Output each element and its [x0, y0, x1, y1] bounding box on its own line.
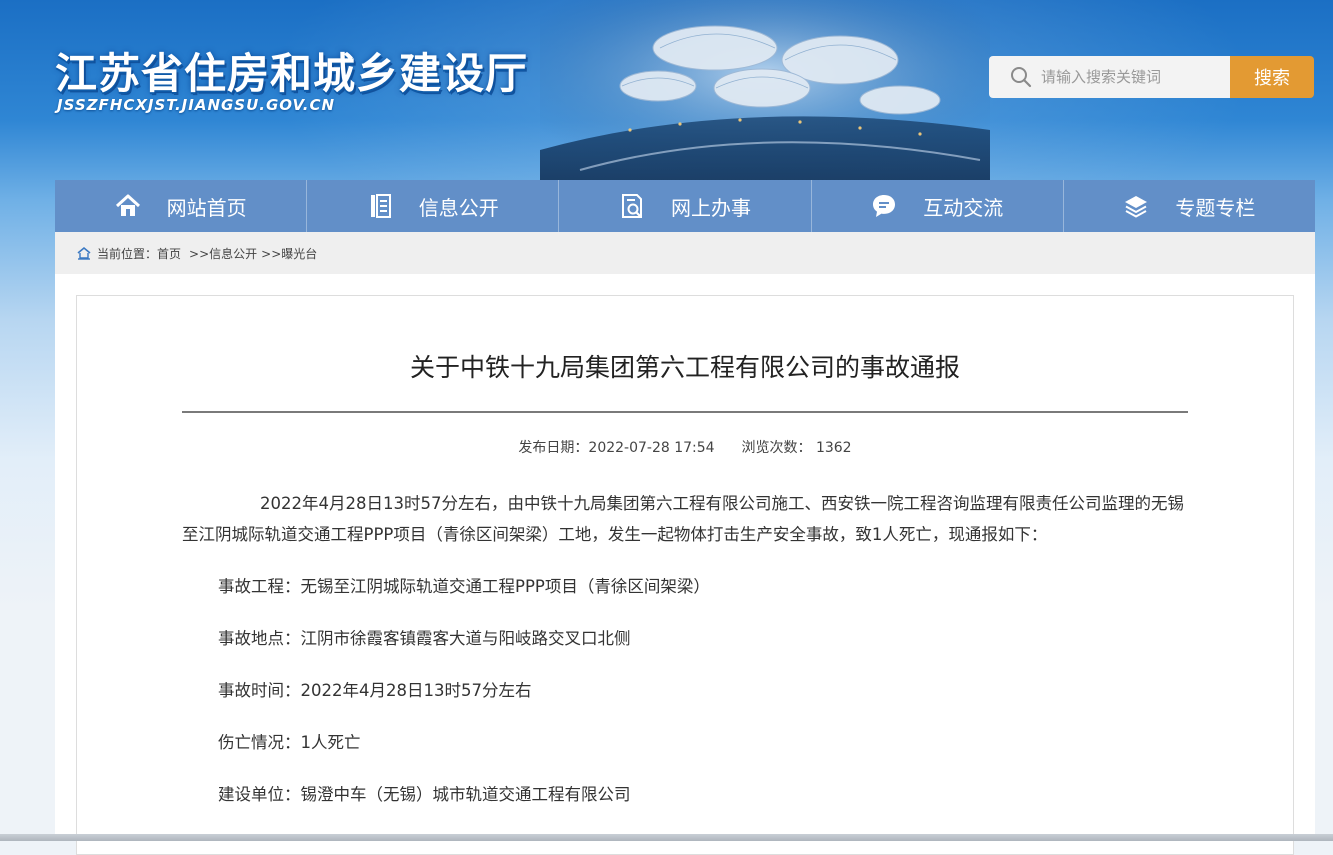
browser-bottom-edge: [0, 834, 1333, 841]
nav-item-label: 专题专栏: [1175, 195, 1256, 220]
field-value: 锡澄中车（无锡）城市轨道交通工程有限公司: [300, 785, 631, 804]
nav-item-special-topics[interactable]: 专题专栏: [1062, 180, 1315, 232]
nav-item-label: 信息公开: [418, 195, 499, 220]
breadcrumb: 当前位置： 首页 >>信息公开 >>曝光台: [55, 232, 1315, 274]
field-value: 2022年4月28日13时57分左右: [300, 681, 532, 700]
info-row-casualties: 伤亡情况：1人死亡: [218, 727, 1192, 758]
field-label: 事故时间：: [218, 681, 301, 700]
nav-item-label: 网上办事: [671, 195, 751, 220]
breadcrumb-prefix: 当前位置：: [97, 246, 158, 261]
field-label: 事故地点：: [218, 629, 301, 648]
article-card: 关于中铁十九局集团第六工程有限公司的事故通报 发布日期：2022-07-28 1…: [76, 295, 1294, 855]
breadcrumb-info-disclosure[interactable]: >>信息公开: [189, 245, 257, 262]
publish-date: 2022-07-28 17:54: [588, 440, 715, 456]
lead-paragraph: 2022年4月28日13时57分左右，由中铁十九局集团第六工程有限公司施工、西安…: [182, 494, 1184, 544]
site-logo-title: 江苏省住房和城乡建设厅: [55, 49, 529, 98]
nav-item-home[interactable]: 网站首页: [55, 180, 306, 232]
site-logo-domain: JSSZFHCXJST.JIANGSU.GOV.CN: [57, 96, 336, 114]
article-body: 2022年4月28日13时57分左右，由中铁十九局集团第六工程有限公司施工、西安…: [182, 488, 1192, 810]
view-count-label: 浏览次数：: [741, 440, 812, 456]
article-title: 关于中铁十九局集团第六工程有限公司的事故通报: [409, 353, 960, 382]
field-label: 建设单位：: [218, 785, 301, 804]
search-icon: [1009, 65, 1033, 89]
nav-item-online-service[interactable]: 网上办事: [558, 180, 810, 232]
document-list-icon: [367, 193, 393, 219]
banner-stadium-illustration: [540, 0, 990, 180]
search-button[interactable]: 搜索: [1230, 56, 1314, 98]
content-area: 关于中铁十九局集团第六工程有限公司的事故通报 发布日期：2022-07-28 1…: [55, 274, 1315, 855]
breadcrumb-home[interactable]: 首页: [157, 245, 181, 262]
info-row-developer: 建设单位：锡澄中车（无锡）城市轨道交通工程有限公司: [218, 779, 1192, 810]
field-value: 无锡至江阴城际轨道交通工程PPP项目（青徐区间架梁）: [300, 577, 710, 596]
article-meta: 发布日期：2022-07-28 17:54 浏览次数： 1362: [77, 437, 1293, 457]
nav-item-interaction[interactable]: 互动交流: [810, 180, 1063, 232]
search-box: [989, 56, 1230, 98]
nav-item-label: 互动交流: [923, 195, 1004, 220]
breadcrumb-exposure[interactable]: >>曝光台: [261, 245, 317, 262]
main-nav: 网站首页 信息公开 网上办事 互动交流 专题专栏: [55, 180, 1315, 232]
nav-item-info-disclosure[interactable]: 信息公开: [306, 180, 558, 232]
title-divider: [182, 411, 1188, 413]
field-label: 事故工程：: [218, 577, 301, 596]
info-row-project: 事故工程：无锡至江阴城际轨道交通工程PPP项目（青徐区间架梁）: [218, 571, 1192, 602]
view-count: 1362: [815, 440, 852, 456]
field-label: 伤亡情况：: [218, 733, 301, 752]
chat-bubble-icon: [871, 193, 897, 219]
field-value: 江阴市徐霞客镇霞客大道与阳岐路交叉口北侧: [300, 629, 631, 648]
info-row-location: 事故地点：江阴市徐霞客镇霞客大道与阳岐路交叉口北侧: [218, 623, 1192, 654]
home-small-icon: [77, 246, 91, 260]
field-value: 1人死亡: [300, 733, 361, 752]
online-service-icon: [619, 193, 645, 219]
publish-date-label: 发布日期：: [518, 440, 589, 456]
info-row-time: 事故时间：2022年4月28日13时57分左右: [218, 675, 1192, 706]
home-icon: [115, 193, 141, 219]
search-input[interactable]: [1039, 67, 1223, 87]
layers-icon: [1123, 193, 1149, 219]
nav-item-label: 网站首页: [166, 195, 247, 220]
